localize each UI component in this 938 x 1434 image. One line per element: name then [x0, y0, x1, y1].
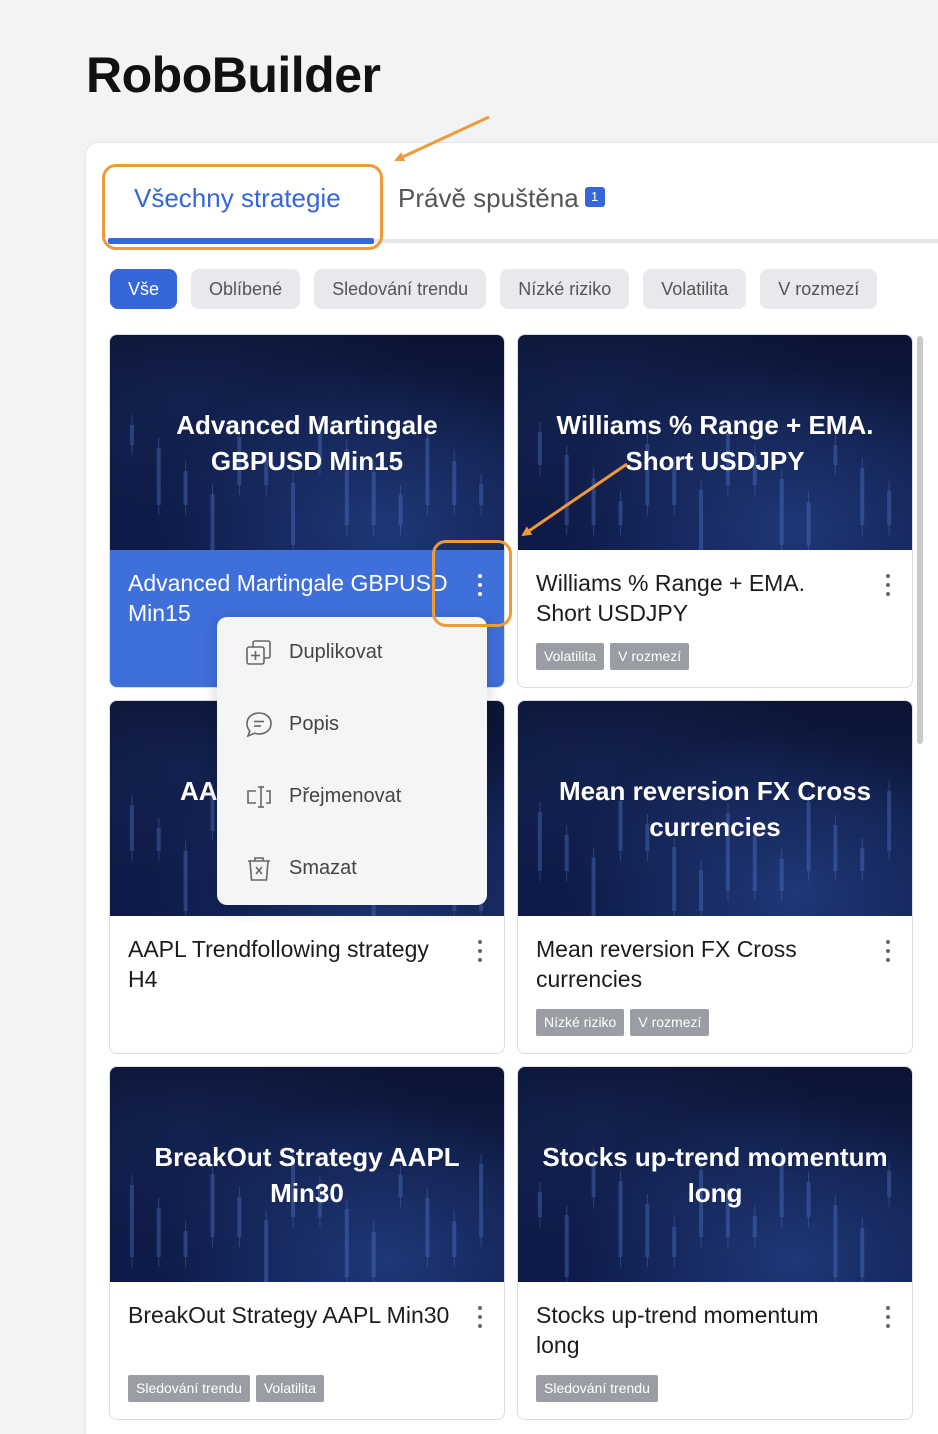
card-banner-image: Stocks up-trend momentum long [518, 1067, 912, 1282]
rename-icon [247, 786, 271, 808]
running-count-badge: 1 [584, 187, 605, 207]
card-title: BreakOut Strategy AAPL Min30 [128, 1302, 450, 1328]
card-tags: Sledování trendu Volatilita [128, 1375, 325, 1402]
strategy-card[interactable]: Mean reversion FX Cross currencies Mean r… [517, 700, 913, 1054]
more-options-icon[interactable] [886, 938, 890, 962]
filter-chip-low-risk[interactable]: Nízké riziko [500, 269, 630, 309]
card-body: AAPL Trendfollowing strategy H4 [110, 916, 504, 1053]
menu-item-label: Přejmenovat [289, 785, 402, 807]
card-banner-title: Mean reversion FX Cross currencies [558, 775, 872, 842]
tag-badge: Sledování trendu [128, 1375, 250, 1402]
more-options-icon[interactable] [886, 572, 890, 596]
card-banner-title: BreakOut Strategy AAPL Min30 [154, 1141, 460, 1208]
menu-item-description[interactable]: Popis [217, 689, 487, 761]
tag-badge: Volatilita [536, 643, 605, 670]
more-options-icon[interactable] [478, 1304, 482, 1328]
tag-badge: Volatilita [255, 1375, 325, 1402]
strategy-card[interactable]: BreakOut Strategy AAPL Min30 BreakOut Str… [109, 1066, 505, 1420]
tag-badge: V rozmezí [610, 643, 690, 670]
card-body: Mean reversion FX Cross currencies Nízké … [518, 916, 912, 1053]
menu-item-label: Popis [289, 713, 340, 735]
card-tags: Volatilita V rozmezí [536, 643, 690, 670]
filter-chip-all[interactable]: Vše [110, 269, 178, 309]
more-options-icon[interactable] [478, 938, 482, 962]
kebab-highlight-annotation [432, 540, 512, 627]
card-banner-image: Mean reversion FX Cross currencies [518, 701, 912, 916]
card-banner-image: Williams % Range + EMA. Short USDJPY [518, 335, 912, 550]
card-title: AAPL Trendfollowing strategy H4 [128, 936, 429, 992]
strategy-card[interactable]: Williams % Range + EMA. Short USDJPY Will… [517, 334, 913, 688]
strategy-card[interactable]: Stocks up-trend momentum long Stocks up-t… [517, 1066, 913, 1420]
card-banner-title: AA [180, 776, 218, 806]
menu-item-rename[interactable]: Přejmenovat [217, 761, 487, 833]
filter-chip-volatility[interactable]: Volatilita [643, 269, 747, 309]
tab-highlight-annotation [102, 164, 383, 250]
card-banner-image: Advanced Martingale GBPUSD Min15 [110, 335, 504, 550]
card-context-menu: Duplikovat Popis Přejmenovat Smazat [217, 617, 487, 905]
menu-item-duplicate[interactable]: Duplikovat [217, 617, 487, 689]
card-title: Stocks up-trend momentum long [536, 1302, 819, 1358]
tag-badge: V rozmezí [630, 1009, 710, 1036]
scrollbar[interactable] [917, 336, 923, 744]
filter-chip-trend-following[interactable]: Sledování trendu [314, 269, 487, 309]
filter-chip-favorites[interactable]: Oblíbené [191, 269, 301, 309]
card-body: Williams % Range + EMA. Short USDJPY Vola… [518, 550, 912, 687]
tag-badge: Nízké riziko [536, 1009, 625, 1036]
card-title: Williams % Range + EMA. Short USDJPY [536, 570, 806, 626]
card-body: Stocks up-trend momentum long Sledování t… [518, 1282, 912, 1419]
menu-item-label: Duplikovat [289, 641, 383, 663]
tag-badge: Sledování trendu [536, 1375, 658, 1402]
card-body: BreakOut Strategy AAPL Min30 Sledování tr… [110, 1282, 504, 1419]
comment-icon [246, 712, 272, 738]
card-tags: Nízké riziko V rozmezí [536, 1009, 710, 1036]
filter-chip-range[interactable]: V rozmezí [760, 269, 878, 309]
menu-item-label: Smazat [289, 857, 357, 879]
app-title: RoboBuilder [86, 47, 381, 103]
more-options-icon[interactable] [886, 1304, 890, 1328]
tab-running[interactable]: Právě spuštěna 1 [398, 183, 605, 214]
filter-chips: Vše Oblíbené Sledování trendu Nízké rizi… [110, 269, 878, 309]
card-banner-title: Williams % Range + EMA. Short USDJPY [556, 409, 874, 476]
card-tags: Sledování trendu [536, 1375, 658, 1402]
tab-label: Právě spuštěna [398, 183, 579, 213]
trash-icon [248, 857, 270, 881]
card-banner-title: Advanced Martingale GBPUSD Min15 [176, 409, 438, 476]
card-banner-title: Stocks up-trend momentum long [542, 1141, 888, 1208]
card-banner-image: BreakOut Strategy AAPL Min30 [110, 1067, 504, 1282]
card-title: Mean reversion FX Cross currencies [536, 936, 797, 992]
duplicate-icon [246, 640, 271, 665]
menu-item-delete[interactable]: Smazat [217, 833, 487, 905]
